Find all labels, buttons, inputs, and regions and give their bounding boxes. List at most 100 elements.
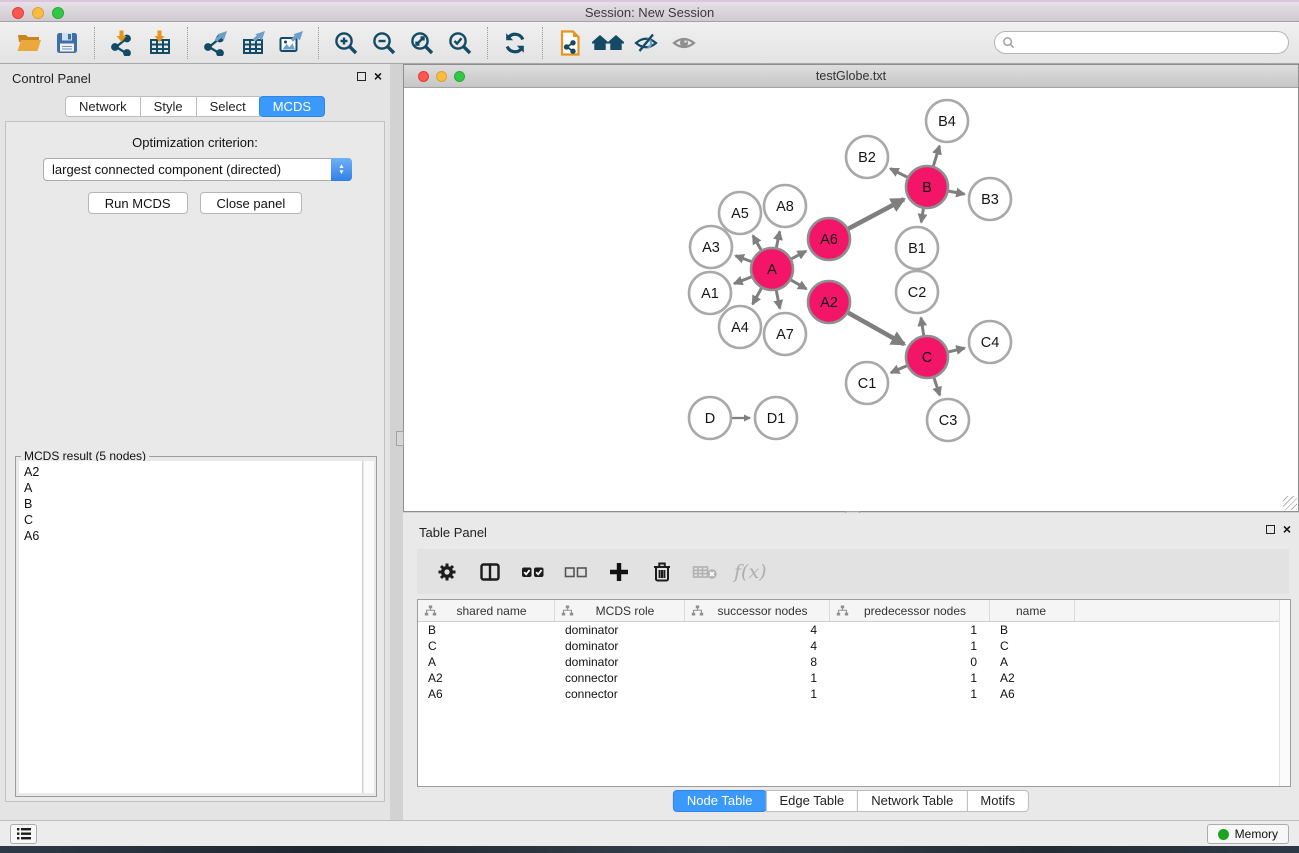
zoom-fit-icon[interactable]: [403, 27, 441, 59]
column-header-shared-name[interactable]: shared name: [418, 600, 555, 621]
table-cell[interactable]: 4: [685, 622, 830, 638]
graph-node-B2[interactable]: B2: [846, 136, 888, 178]
graph-node-C4[interactable]: C4: [969, 321, 1011, 363]
search-field[interactable]: [994, 31, 1289, 54]
result-scrollbar[interactable]: [364, 461, 374, 793]
split-table-icon[interactable]: [476, 557, 504, 587]
close-panel-icon[interactable]: ×: [374, 70, 382, 82]
graph-node-A3[interactable]: A3: [690, 226, 732, 268]
graph-edge-A-A1[interactable]: [734, 277, 751, 284]
tab-network[interactable]: Network: [65, 96, 141, 117]
graph-edge-A-A4[interactable]: [753, 288, 762, 304]
table-cell[interactable]: B: [418, 622, 555, 638]
show-panel-icon[interactable]: [665, 27, 703, 59]
graph-edge-C-C1[interactable]: [891, 366, 907, 373]
result-item[interactable]: A: [24, 480, 362, 496]
tab-node-table[interactable]: Node Table: [673, 790, 767, 812]
run-mcds-button[interactable]: Run MCDS: [88, 192, 188, 214]
result-item[interactable]: A2: [24, 464, 362, 480]
graph-edge-A-A5[interactable]: [753, 236, 761, 250]
column-header-successor-nodes[interactable]: successor nodes: [685, 600, 830, 621]
table-cell[interactable]: 8: [685, 654, 830, 670]
table-cell[interactable]: 1: [830, 686, 990, 702]
tab-select[interactable]: Select: [196, 96, 260, 117]
task-history-button[interactable]: [10, 824, 37, 844]
refresh-icon[interactable]: [496, 27, 534, 59]
graph-edge-B-B1[interactable]: [921, 209, 923, 223]
table-cell[interactable]: connector: [555, 686, 685, 702]
result-item[interactable]: A6: [24, 528, 362, 544]
table-cell[interactable]: A2: [990, 670, 1075, 686]
graph-edge-A-A7[interactable]: [776, 291, 780, 309]
network-canvas[interactable]: AA1A2A3A4A5A6A7A8BB1B2B3B4CC1C2C3C4DD1: [404, 88, 1298, 511]
graph-node-A7[interactable]: A7: [764, 313, 806, 355]
close-panel-button[interactable]: Close panel: [200, 192, 303, 214]
select-all-icon[interactable]: [519, 557, 547, 587]
graph-edge-B-B4[interactable]: [933, 146, 939, 166]
zoom-out-icon[interactable]: [365, 27, 403, 59]
table-float-panel-icon[interactable]: [1266, 525, 1275, 534]
graph-edge-C-C4[interactable]: [948, 348, 964, 352]
table-cell[interactable]: C: [418, 638, 555, 654]
table-cell[interactable]: dominator: [555, 622, 685, 638]
tab-network-table[interactable]: Network Table: [857, 790, 967, 812]
table-close-panel-icon[interactable]: ×: [1283, 523, 1291, 535]
result-item[interactable]: B: [24, 496, 362, 512]
graph-node-C2[interactable]: C2: [896, 271, 938, 313]
graph-node-B[interactable]: B: [906, 166, 948, 208]
table-cell[interactable]: A2: [418, 670, 555, 686]
save-session-icon[interactable]: [48, 27, 86, 59]
table-row[interactable]: Adominator80A: [418, 654, 1290, 670]
export-table-icon[interactable]: [234, 27, 272, 59]
graph-node-A[interactable]: A: [751, 248, 793, 290]
table-cell[interactable]: dominator: [555, 654, 685, 670]
new-network-icon[interactable]: [551, 27, 589, 59]
delete-column-icon[interactable]: [648, 557, 676, 587]
graph-node-B4[interactable]: B4: [926, 100, 968, 142]
graph-edge-B-B2[interactable]: [890, 169, 907, 178]
home-icon[interactable]: [589, 27, 627, 59]
tab-edge-table[interactable]: Edge Table: [765, 790, 858, 812]
hide-panel-icon[interactable]: [627, 27, 665, 59]
resize-grip[interactable]: [1283, 496, 1297, 510]
graph-edge-A2-C[interactable]: [848, 313, 904, 345]
table-cell[interactable]: 1: [830, 638, 990, 654]
table-row[interactable]: Bdominator41B: [418, 622, 1290, 638]
graph-node-B3[interactable]: B3: [969, 178, 1011, 220]
table-cell[interactable]: 0: [830, 654, 990, 670]
graph-edge-A-A6[interactable]: [792, 251, 807, 259]
add-column-icon[interactable]: [605, 557, 633, 587]
network-window-titlebar[interactable]: testGlobe.txt: [404, 65, 1298, 88]
table-cell[interactable]: C: [990, 638, 1075, 654]
table-row[interactable]: Cdominator41C: [418, 638, 1290, 654]
table-row[interactable]: A2connector11A2: [418, 670, 1290, 686]
column-header-predecessor-nodes[interactable]: predecessor nodes: [830, 600, 990, 621]
export-network-icon[interactable]: [196, 27, 234, 59]
table-cell[interactable]: A6: [990, 686, 1075, 702]
table-cell[interactable]: 1: [685, 686, 830, 702]
graph-node-A4[interactable]: A4: [719, 306, 761, 348]
vertical-splitter-handle[interactable]: [396, 431, 404, 446]
deselect-all-icon[interactable]: [562, 557, 590, 587]
graph-node-D1[interactable]: D1: [755, 397, 797, 439]
import-table-icon[interactable]: [141, 27, 179, 59]
table-cell[interactable]: connector: [555, 670, 685, 686]
graph-edge-C-C2[interactable]: [921, 318, 924, 336]
graph-edge-A-A3[interactable]: [736, 256, 752, 262]
table-cell[interactable]: 4: [685, 638, 830, 654]
table-cell[interactable]: A: [418, 654, 555, 670]
table-cell[interactable]: 1: [830, 670, 990, 686]
graph-edge-A6-B[interactable]: [848, 199, 904, 229]
tab-motifs[interactable]: Motifs: [966, 790, 1029, 812]
graph-node-A6[interactable]: A6: [808, 218, 850, 260]
search-input[interactable]: [1015, 36, 1281, 50]
table-cell[interactable]: dominator: [555, 638, 685, 654]
graph-node-A8[interactable]: A8: [764, 185, 806, 227]
graph-edge-C-C3[interactable]: [934, 378, 940, 395]
tab-style[interactable]: Style: [140, 96, 197, 117]
memory-button[interactable]: Memory: [1207, 824, 1289, 844]
table-cell[interactable]: A6: [418, 686, 555, 702]
export-image-icon[interactable]: [272, 27, 310, 59]
table-cell[interactable]: B: [990, 622, 1075, 638]
open-session-icon[interactable]: [10, 27, 48, 59]
